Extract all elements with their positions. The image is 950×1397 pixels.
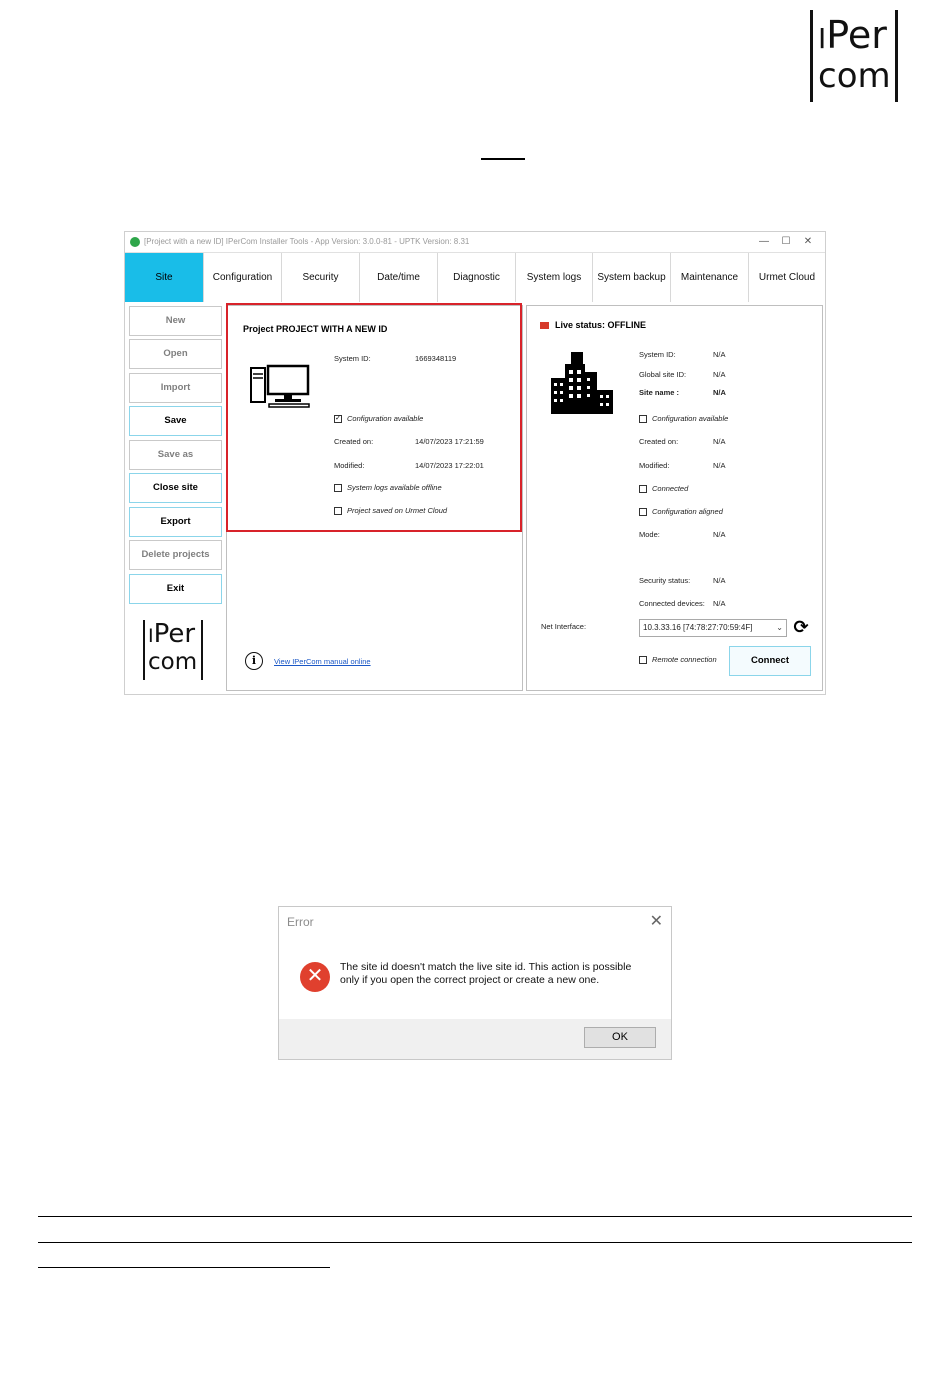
open-button[interactable]: Open [129, 339, 222, 369]
window-title: [Project with a new ID] IPerCom Installe… [144, 237, 470, 246]
logo-line2: com [818, 56, 891, 96]
logs-offline-label: System logs available offline [347, 483, 442, 492]
footer-rule-3 [38, 1267, 330, 1268]
live-system-id-value: N/A [713, 350, 726, 359]
config-available-label: Configuration available [347, 414, 424, 423]
security-status-value: N/A [713, 576, 726, 585]
net-interface-value: 10.3.33.16 [74:78:27:70:59:4F] [643, 623, 753, 632]
global-site-id-label: Global site ID: [639, 370, 687, 379]
tab-system-logs[interactable]: System logs [516, 253, 593, 302]
created-label: Created on: [334, 437, 374, 446]
ok-button[interactable]: OK [584, 1027, 656, 1048]
connect-button[interactable]: Connect [729, 646, 811, 676]
project-system-id-value: 1669348119 [415, 354, 457, 363]
ipercom-logo: IPer com [806, 8, 902, 104]
title-bar: [Project with a new ID] IPerCom Installe… [125, 232, 825, 252]
connected-devices-value: N/A [713, 599, 726, 608]
live-status-title: Live status: OFFLINE [555, 320, 647, 330]
export-button[interactable]: Export [129, 507, 222, 537]
dialog-footer: OK [279, 1019, 671, 1059]
mode-value: N/A [713, 530, 726, 539]
global-site-id-value: N/A [713, 370, 726, 379]
installer-tools-window: [Project with a new ID] IPerCom Installe… [124, 231, 826, 695]
tab-site[interactable]: Site [125, 253, 204, 302]
connected-label: Connected [652, 484, 689, 493]
mode-label: Mode: [639, 530, 660, 539]
tab-bar: Site Configuration Security Date/time Di… [125, 252, 825, 302]
error-dialog: Error ✕ ✕ The site id doesn't match the … [278, 906, 672, 1060]
live-modified-label: Modified: [639, 461, 670, 470]
remote-connection-checkbox[interactable] [639, 656, 647, 664]
logo-bar-left [810, 10, 813, 102]
close-site-button[interactable]: Close site [129, 473, 222, 503]
save-button[interactable]: Save [129, 406, 222, 436]
maximize-icon[interactable]: ☐ [775, 234, 797, 250]
footer-rule-2 [38, 1242, 912, 1243]
new-button[interactable]: New [129, 306, 222, 336]
tab-system-backup[interactable]: System backup [593, 253, 671, 302]
computer-icon [250, 364, 310, 408]
app-ipercom-logo: IPer com [141, 618, 205, 682]
config-available-checkbox[interactable]: ✓ [334, 415, 342, 423]
error-icon: ✕ [300, 962, 330, 992]
close-icon[interactable]: ✕ [797, 234, 819, 250]
tab-diagnostic[interactable]: Diagnostic [438, 253, 516, 302]
saved-cloud-label: Project saved on Urmet Cloud [347, 506, 448, 515]
delete-projects-button[interactable]: Delete projects [129, 540, 222, 570]
site-name-value: N/A [713, 388, 726, 397]
building-icon [551, 352, 613, 414]
info-icon[interactable]: i [245, 652, 263, 670]
modified-label: Modified: [334, 461, 365, 470]
refresh-icon[interactable]: ⟳ [791, 617, 811, 637]
config-aligned-label: Configuration aligned [652, 507, 723, 516]
modified-value: 14/07/2023 17:22:01 [415, 461, 484, 470]
dialog-title: Error [287, 915, 314, 929]
site-name-label: Site name : [639, 388, 680, 397]
live-system-id-label: System ID: [639, 350, 676, 359]
connected-checkbox[interactable] [639, 485, 647, 493]
app-logo-line1: Per [153, 619, 196, 649]
app-logo-bar-left [143, 620, 145, 680]
app-logo-bar-right [201, 620, 203, 680]
tab-security[interactable]: Security [282, 253, 360, 302]
app-logo-line2: com [148, 649, 198, 675]
import-button[interactable]: Import [129, 373, 222, 403]
net-interface-select[interactable]: 10.3.33.16 [74:78:27:70:59:4F] ⌄ [639, 619, 787, 637]
net-interface-label: Net Interface: [541, 622, 587, 631]
live-config-available-checkbox[interactable] [639, 415, 647, 423]
app-icon [130, 237, 140, 247]
tab-urmet-cloud[interactable]: Urmet Cloud [749, 253, 825, 302]
dialog-message: The site id doesn't match the live site … [340, 961, 632, 986]
live-modified-value: N/A [713, 461, 726, 470]
offline-indicator [540, 322, 549, 329]
security-status-label: Security status: [639, 576, 691, 585]
project-title: Project PROJECT WITH A NEW ID [243, 324, 388, 334]
tab-configuration[interactable]: Configuration [204, 253, 282, 302]
dialog-close-icon[interactable]: ✕ [650, 911, 663, 931]
remote-connection-label: Remote connection [652, 655, 717, 664]
footer-rule-1 [38, 1216, 912, 1217]
exit-button[interactable]: Exit [129, 574, 222, 604]
config-aligned-checkbox[interactable] [639, 508, 647, 516]
tab-maintenance[interactable]: Maintenance [671, 253, 749, 302]
tab-date-time[interactable]: Date/time [360, 253, 438, 302]
saved-cloud-checkbox[interactable] [334, 507, 342, 515]
manual-link[interactable]: View IPerCom manual online [274, 657, 371, 666]
logo-bar-right [895, 10, 898, 102]
project-system-id-label: System ID: [334, 354, 371, 363]
save-as-button[interactable]: Save as [129, 440, 222, 470]
logs-offline-checkbox[interactable] [334, 484, 342, 492]
minimize-icon[interactable]: — [753, 234, 775, 250]
logo-line1: Per [826, 13, 887, 57]
live-created-value: N/A [713, 437, 726, 446]
created-value: 14/07/2023 17:21:59 [415, 437, 484, 446]
live-created-label: Created on: [639, 437, 679, 446]
header-underline [481, 158, 525, 160]
chevron-down-icon: ⌄ [776, 623, 783, 632]
live-config-available-label: Configuration available [652, 414, 729, 423]
connected-devices-label: Connected devices: [639, 599, 705, 608]
